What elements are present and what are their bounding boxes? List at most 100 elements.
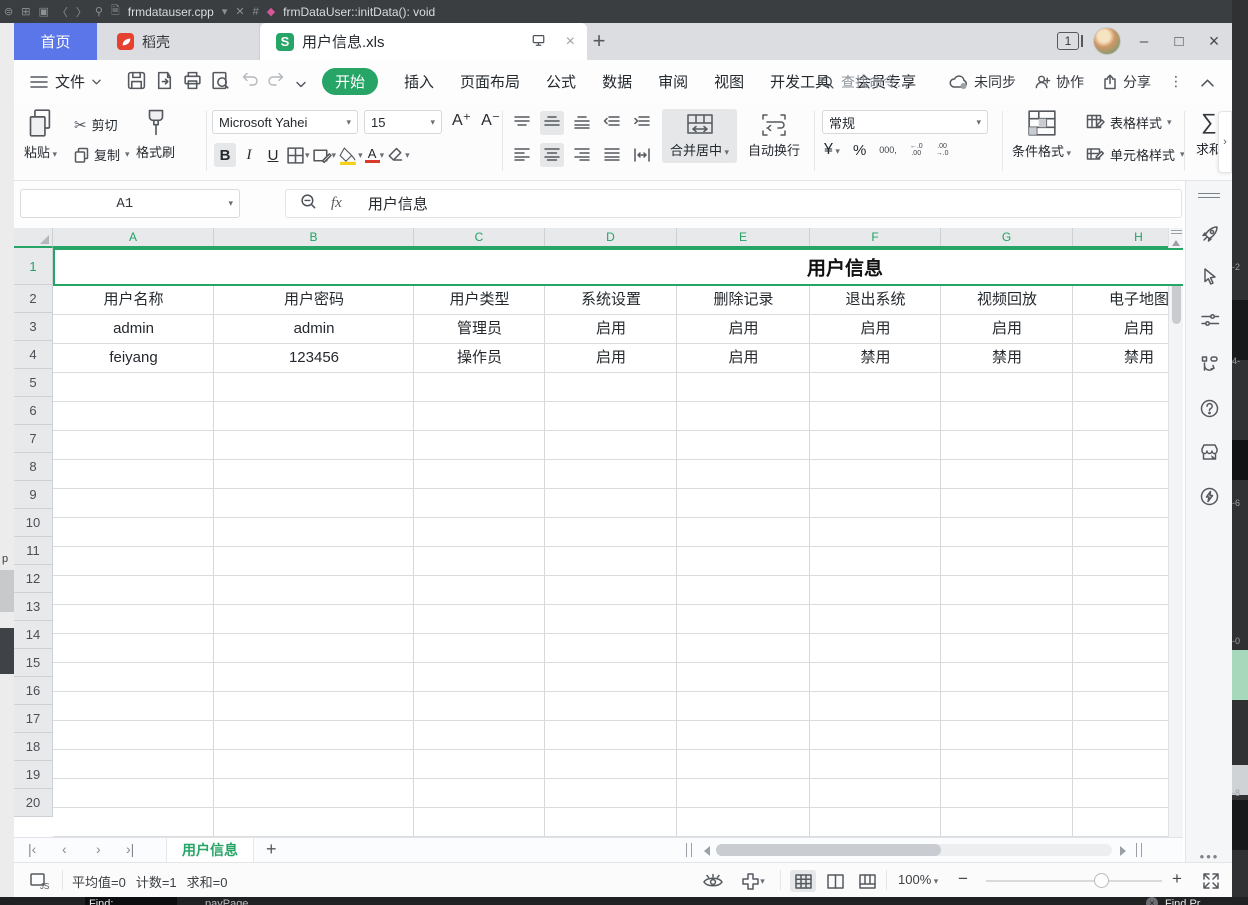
row-header-18[interactable]: 18 xyxy=(14,733,53,761)
currency-format-button[interactable]: ¥ ▾ xyxy=(824,141,840,159)
bold-button[interactable]: B xyxy=(214,143,236,167)
highlight-cross-icon[interactable]: ▾ xyxy=(736,870,770,892)
align-dist-button[interactable] xyxy=(630,143,654,167)
ribbon-tab-2[interactable]: 页面布局 xyxy=(460,71,520,92)
row-header-7[interactable]: 7 xyxy=(14,425,53,453)
row-header-13[interactable]: 13 xyxy=(14,593,53,621)
select-cursor-icon[interactable] xyxy=(1186,259,1232,293)
table-data-row-0-cell-G[interactable]: 启用 xyxy=(941,315,1073,344)
horizontal-scroll-thumb[interactable] xyxy=(716,844,941,856)
inspiration-bulb-icon[interactable] xyxy=(1186,479,1232,513)
table-data-row-1-cell-B[interactable]: 123456 xyxy=(214,344,414,373)
column-header-E[interactable]: E xyxy=(677,228,810,246)
align-outdent-button[interactable] xyxy=(600,111,624,135)
close-document-icon[interactable]: × xyxy=(566,33,575,51)
save-icon[interactable] xyxy=(126,70,147,96)
row-header-19[interactable]: 19 xyxy=(14,761,53,789)
cell-style-button[interactable]: 单元格样式▾ xyxy=(1086,145,1185,164)
table-data-row-1-cell-D[interactable]: 启用 xyxy=(545,344,677,373)
ribbon-expand-button[interactable]: › xyxy=(1218,111,1232,173)
grow-font-button[interactable]: A⁺ xyxy=(452,110,471,130)
table-data-row-1-cell-A[interactable]: feiyang xyxy=(53,344,214,373)
column-header-C[interactable]: C xyxy=(414,228,545,246)
quick-tools-rocket-icon[interactable] xyxy=(1186,217,1232,251)
first-sheet-icon[interactable]: |‹ xyxy=(28,841,36,857)
column-header-F[interactable]: F xyxy=(810,228,941,246)
scroll-up-icon[interactable] xyxy=(1172,240,1180,246)
table-data-row-0-cell-C[interactable]: 管理员 xyxy=(414,315,545,344)
column-header-B[interactable]: B xyxy=(214,228,414,246)
zoom-level[interactable]: 100% ▾ xyxy=(898,872,938,887)
column-header-A[interactable]: A xyxy=(53,228,214,246)
command-search[interactable]: 查找命令... xyxy=(820,72,909,92)
collapse-ribbon-icon[interactable] xyxy=(1201,74,1214,90)
table-header-row-cell-E[interactable]: 删除记录 xyxy=(677,286,810,315)
comma-format-button[interactable]: 000, xyxy=(879,147,897,154)
window-minimize-button[interactable]: – xyxy=(1131,29,1157,53)
row-header-14[interactable]: 14 xyxy=(14,621,53,649)
horizontal-scrollbar[interactable] xyxy=(716,844,1112,856)
table-data-row-1-cell-E[interactable]: 启用 xyxy=(677,344,810,373)
align-bottom-button[interactable] xyxy=(570,111,594,135)
align-center-button[interactable] xyxy=(540,143,564,167)
draw-border-button[interactable]: ▾ xyxy=(312,146,337,165)
table-data-row-1-cell-G[interactable]: 禁用 xyxy=(941,344,1073,373)
table-data-row-1-cell-H[interactable]: 禁用 xyxy=(1073,344,1183,373)
more-menu-icon[interactable]: ⋮ xyxy=(1169,73,1183,90)
zoom-slider-thumb[interactable] xyxy=(1094,873,1109,888)
ribbon-tab-0[interactable]: 开始 xyxy=(322,68,378,95)
formula-input[interactable]: fx 用户信息 xyxy=(285,189,1182,218)
font-size-select[interactable]: 15▾ xyxy=(364,110,442,134)
user-avatar[interactable] xyxy=(1093,27,1121,55)
table-header-row-cell-B[interactable]: 用户密码 xyxy=(214,286,414,315)
table-header-row-cell-D[interactable]: 系统设置 xyxy=(545,286,677,315)
table-data-row-0-cell-F[interactable]: 启用 xyxy=(810,315,941,344)
row-header-11[interactable]: 11 xyxy=(14,537,53,565)
table-data-row-0-cell-D[interactable]: 启用 xyxy=(545,315,677,344)
presentation-mode-icon[interactable] xyxy=(531,33,546,51)
table-header-row-cell-H[interactable]: 电子地图 xyxy=(1073,286,1183,315)
ribbon-tab-1[interactable]: 插入 xyxy=(404,71,434,92)
cells-area[interactable]: 用户信息用户名称用户密码用户类型系统设置删除记录退出系统视频回放电子地图admi… xyxy=(53,248,1183,837)
h-split-handle-icon[interactable] xyxy=(686,843,692,857)
page-break-view-button[interactable] xyxy=(854,870,880,892)
help-icon[interactable] xyxy=(1186,391,1232,425)
copy-button[interactable]: 复制▾ xyxy=(74,145,130,164)
select-all-corner[interactable] xyxy=(14,228,53,248)
sidebar-drag-handle[interactable] xyxy=(1198,193,1220,198)
new-tab-button[interactable]: + xyxy=(585,27,613,55)
table-header-row-cell-A[interactable]: 用户名称 xyxy=(53,286,214,315)
align-right-button[interactable] xyxy=(570,143,594,167)
cut-button[interactable]: ✂剪切 xyxy=(74,115,118,134)
file-menu[interactable]: 文件 xyxy=(30,71,101,92)
format-painter-button[interactable]: 格式刷 xyxy=(136,108,175,161)
sidebar-more-icon[interactable]: ••• xyxy=(1186,849,1232,864)
page-layout-view-button[interactable] xyxy=(822,870,848,892)
column-header-H[interactable]: H xyxy=(1073,228,1183,246)
sheet-tab-active[interactable]: 用户信息 xyxy=(166,838,254,862)
row-header-16[interactable]: 16 xyxy=(14,677,53,705)
align-left-button[interactable] xyxy=(510,143,534,167)
fullscreen-icon[interactable] xyxy=(1198,870,1224,892)
row-header-15[interactable]: 15 xyxy=(14,649,53,677)
number-format-select[interactable]: 常规▾ xyxy=(822,110,988,134)
font-color-button[interactable]: A xyxy=(365,148,380,163)
row-header-8[interactable]: 8 xyxy=(14,453,53,481)
row-header-2[interactable]: 2 xyxy=(14,285,53,313)
next-sheet-icon[interactable]: › xyxy=(96,841,101,857)
h-split-handle-right-icon[interactable] xyxy=(1136,843,1142,857)
eraser-button[interactable]: ▾ xyxy=(386,146,410,164)
workflow-icon[interactable] xyxy=(1186,347,1232,381)
row-header-4[interactable]: 4 xyxy=(14,341,53,369)
row-header-9[interactable]: 9 xyxy=(14,481,53,509)
decrease-decimal-button[interactable]: .00→.0 xyxy=(936,143,949,157)
table-header-row-cell-C[interactable]: 用户类型 xyxy=(414,286,545,315)
share-button[interactable]: 分享 xyxy=(1102,72,1151,92)
macro-js-icon[interactable]: JS xyxy=(26,870,52,892)
column-header-D[interactable]: D xyxy=(545,228,677,246)
ribbon-tab-5[interactable]: 审阅 xyxy=(658,71,688,92)
active-document-tab[interactable]: S 用户信息.xls × xyxy=(260,23,587,60)
print-icon[interactable] xyxy=(182,70,203,96)
undo-icon[interactable] xyxy=(240,70,260,93)
redo-icon[interactable] xyxy=(266,70,286,93)
